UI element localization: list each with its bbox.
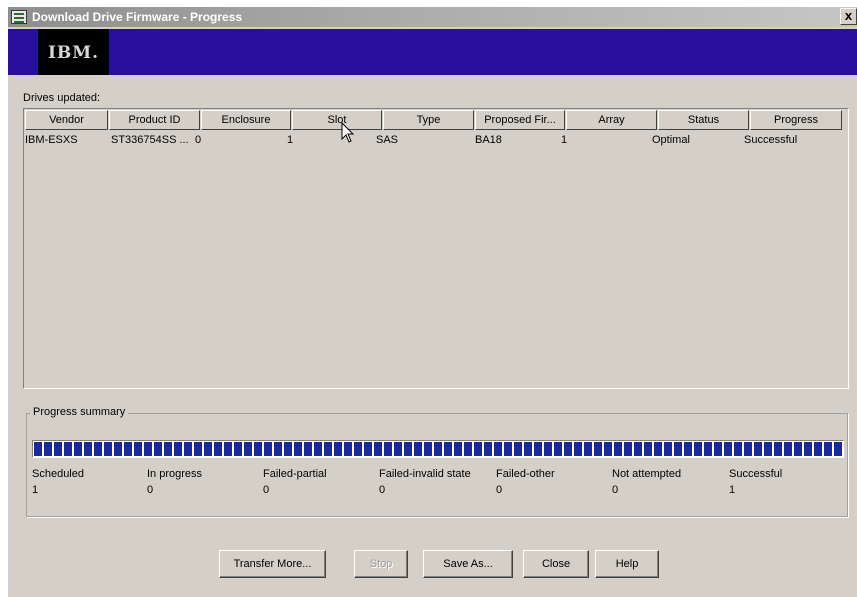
- save-as-button[interactable]: Save As...: [423, 550, 513, 578]
- cell-type: SAS: [376, 134, 399, 146]
- title-bar[interactable]: Download Drive Firmware - Progress x: [8, 7, 857, 27]
- cell-product-id: ST336754SS ...: [111, 134, 189, 146]
- cell-slot: 1: [287, 134, 294, 146]
- close-window-button[interactable]: x: [840, 8, 857, 25]
- ibm-banner: IBM.: [8, 29, 857, 75]
- stat-label: In progress: [147, 468, 203, 480]
- stat-value: 1: [32, 484, 39, 496]
- stat-scheduled: Scheduled 1: [32, 468, 84, 496]
- progress-bar: [32, 440, 844, 458]
- cell-enclosure: 0: [195, 134, 202, 146]
- transfer-more-button[interactable]: Transfer More...: [219, 550, 326, 578]
- column-header-enclosure[interactable]: Enclosure: [201, 110, 291, 130]
- cell-proposed-firmware: BA18: [475, 134, 502, 146]
- stat-value: 0: [496, 484, 503, 496]
- stat-label: Scheduled: [32, 468, 84, 480]
- stat-failed-invalid-state: Failed-invalid state 0: [379, 468, 471, 496]
- drives-updated-label: Drives updated:: [23, 92, 101, 104]
- stat-failed-other: Failed-other 0: [496, 468, 555, 496]
- stat-label: Failed-partial: [263, 468, 327, 480]
- stat-value: 0: [263, 484, 270, 496]
- stat-in-progress: In progress 0: [147, 468, 202, 496]
- help-button[interactable]: Help: [595, 550, 659, 578]
- progress-summary-group: Scheduled 1 In progress 0 Failed-partial…: [26, 413, 848, 517]
- stat-label: Failed-invalid state: [379, 468, 471, 480]
- table-row[interactable]: IBM-ESXS ST336754SS ... 0 1 SAS BA18 1 O…: [25, 132, 845, 148]
- cell-array: 1: [561, 134, 568, 146]
- stat-label: Successful: [729, 468, 783, 480]
- column-header-proposed-firmware[interactable]: Proposed Fir...: [475, 110, 565, 130]
- column-header-product-id[interactable]: Product ID: [109, 110, 200, 130]
- stat-value: 1: [729, 484, 736, 496]
- column-header-slot[interactable]: Slot: [292, 110, 382, 130]
- column-header-status[interactable]: Status: [658, 110, 749, 130]
- cell-status: Optimal: [652, 134, 690, 146]
- ibm-logo: IBM.: [38, 29, 109, 75]
- column-header-array[interactable]: Array: [566, 110, 657, 130]
- mouse-pointer-icon: [341, 122, 355, 143]
- stat-label: Not attempted: [612, 468, 682, 480]
- window-title: Download Drive Firmware - Progress: [32, 10, 243, 24]
- stat-not-attempted: Not attempted 0: [612, 468, 681, 496]
- stat-value: 0: [612, 484, 619, 496]
- stat-value: 0: [147, 484, 154, 496]
- drives-table[interactable]: Vendor Product ID Enclosure Slot Type Pr…: [23, 108, 849, 389]
- column-header-vendor[interactable]: Vendor: [25, 110, 108, 130]
- ibm-logo-text: IBM.: [47, 43, 100, 63]
- cell-progress: Successful: [744, 134, 798, 146]
- progress-bar-fill: [34, 442, 842, 456]
- stat-successful: Successful 1: [729, 468, 782, 496]
- cell-vendor: IBM-ESXS: [25, 134, 78, 146]
- dialog-window: Download Drive Firmware - Progress x IBM…: [8, 7, 857, 597]
- stop-button[interactable]: Stop: [354, 550, 408, 578]
- column-header-progress[interactable]: Progress: [750, 110, 842, 130]
- stat-failed-partial: Failed-partial 0: [263, 468, 327, 496]
- stat-label: Failed-other: [496, 468, 555, 480]
- stat-value: 0: [379, 484, 386, 496]
- column-header-type[interactable]: Type: [383, 110, 474, 130]
- progress-summary-label: Progress summary: [30, 406, 129, 418]
- app-icon: [11, 10, 27, 24]
- close-button[interactable]: Close: [523, 550, 589, 578]
